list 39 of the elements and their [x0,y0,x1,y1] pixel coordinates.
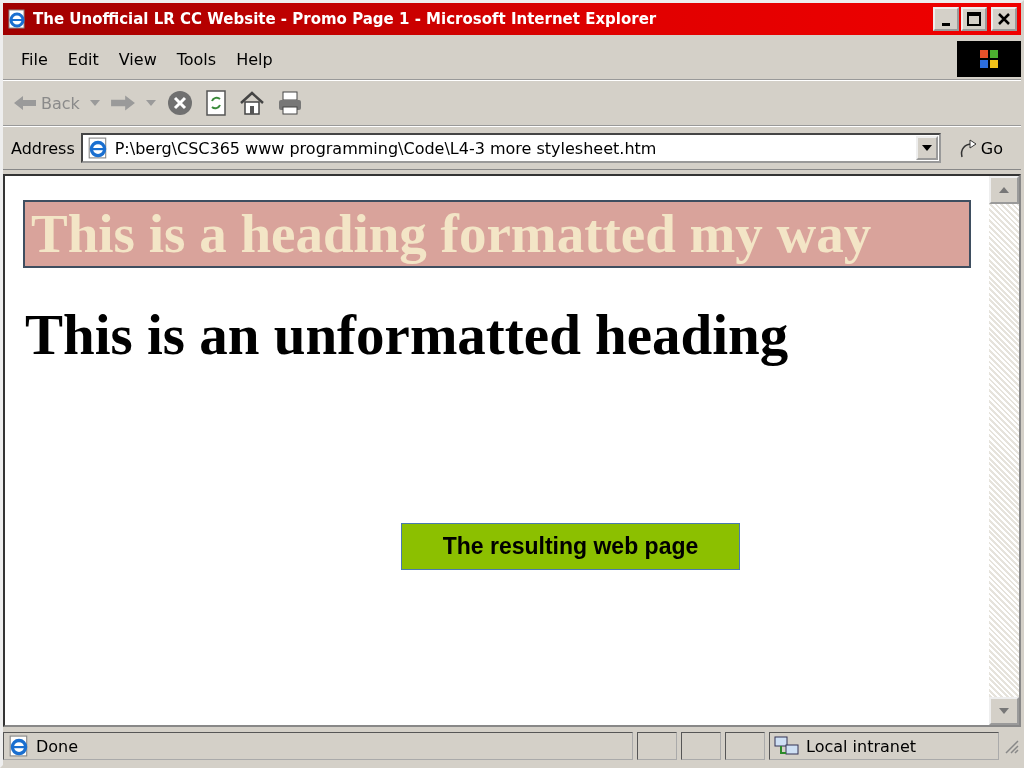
menu-item[interactable]: Help [228,47,281,71]
up-arrow-icon [999,187,1009,193]
styled-heading: This is a heading formatted my way [23,200,971,268]
menu-item[interactable]: View [110,47,165,71]
status-panel [637,732,677,760]
windows-flag-icon [977,48,1001,70]
status-panel [725,732,765,760]
minimize-icon [942,22,950,26]
maximize-icon [967,12,981,26]
zone-text: Local intranet [806,736,917,756]
refresh-icon[interactable] [203,89,228,117]
page-icon [86,137,109,159]
window-title: The Unofficial LR CC Website - Promo Page 1 - Microsoft Internet Explorer [33,10,658,28]
plain-heading: This is an unformatted heading [25,302,790,367]
go-button[interactable]: Go [946,137,1013,159]
scroll-up-button[interactable] [989,176,1019,204]
network-icon [774,735,800,757]
stop-icon[interactable] [165,89,194,117]
dropdown-button[interactable] [915,136,938,160]
browser-logo-icon [7,9,27,29]
status-text: Done [36,736,79,756]
close-icon [997,12,1011,26]
status-panel [681,732,721,760]
menu-item[interactable]: Tools [168,47,225,71]
close-button[interactable] [991,7,1017,31]
left-arrow-icon [13,95,37,111]
scroll-down-button[interactable] [989,697,1019,725]
resize-grip-icon [1003,738,1019,754]
down-arrow-icon [999,708,1009,714]
address-field[interactable]: P:\berg\CSC365 www programming\Code\L4-3 more stylesheet.htm [80,133,941,163]
menu-item[interactable]: File [13,47,56,71]
maximize-button[interactable] [961,7,987,31]
scrollbar[interactable] [989,176,1019,725]
menu-item[interactable]: Edit [59,47,107,71]
minimize-button[interactable] [933,7,959,31]
page-icon [8,735,30,757]
callout-label: The resulting web page [401,523,740,570]
caret-icon [921,145,932,151]
address-label: Address [11,138,75,158]
